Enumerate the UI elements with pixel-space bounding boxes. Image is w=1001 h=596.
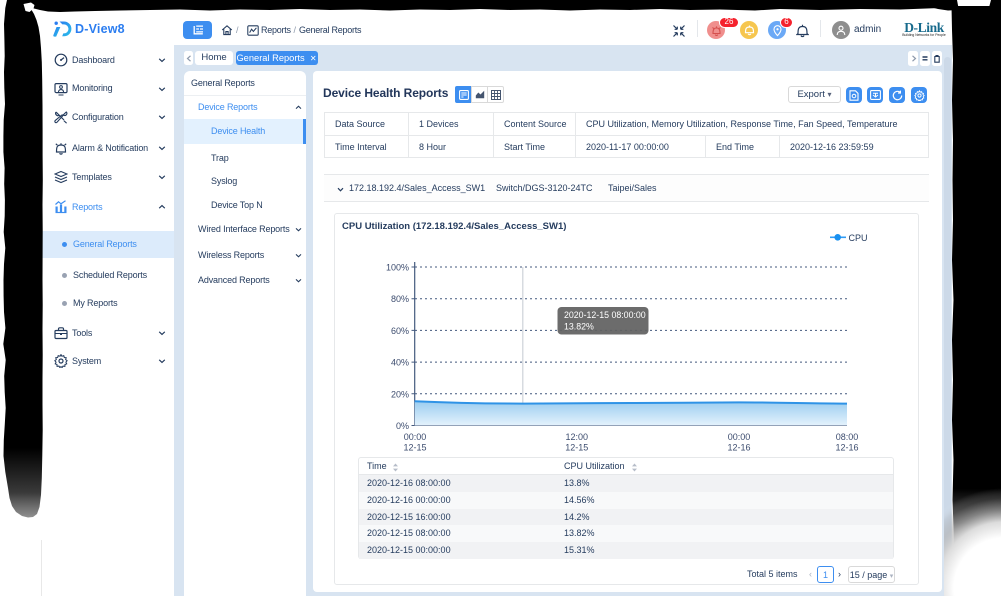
svg-text:13.82%: 13.82% bbox=[564, 322, 594, 332]
svg-text:20%: 20% bbox=[391, 389, 409, 399]
svg-text:12-15: 12-15 bbox=[565, 443, 588, 453]
svg-text:40%: 40% bbox=[391, 358, 409, 368]
svg-text:CPU: CPU bbox=[849, 233, 868, 243]
svg-text:12:00: 12:00 bbox=[566, 432, 589, 442]
svg-text:00:00: 00:00 bbox=[404, 432, 427, 442]
svg-text:0%: 0% bbox=[396, 421, 409, 431]
svg-text:08:00: 08:00 bbox=[836, 432, 859, 442]
svg-text:80%: 80% bbox=[391, 294, 409, 304]
svg-text:2020-12-15 08:00:00: 2020-12-15 08:00:00 bbox=[564, 310, 646, 320]
svg-text:12-16: 12-16 bbox=[835, 443, 858, 453]
svg-text:60%: 60% bbox=[391, 326, 409, 336]
svg-text:00:00: 00:00 bbox=[728, 432, 751, 442]
svg-text:100%: 100% bbox=[386, 263, 409, 273]
svg-text:12-15: 12-15 bbox=[403, 443, 426, 453]
svg-text:12-16: 12-16 bbox=[727, 443, 750, 453]
svg-text:CPU Utilization (172.18.192.4/: CPU Utilization (172.18.192.4/Sales_Acce… bbox=[342, 221, 566, 232]
